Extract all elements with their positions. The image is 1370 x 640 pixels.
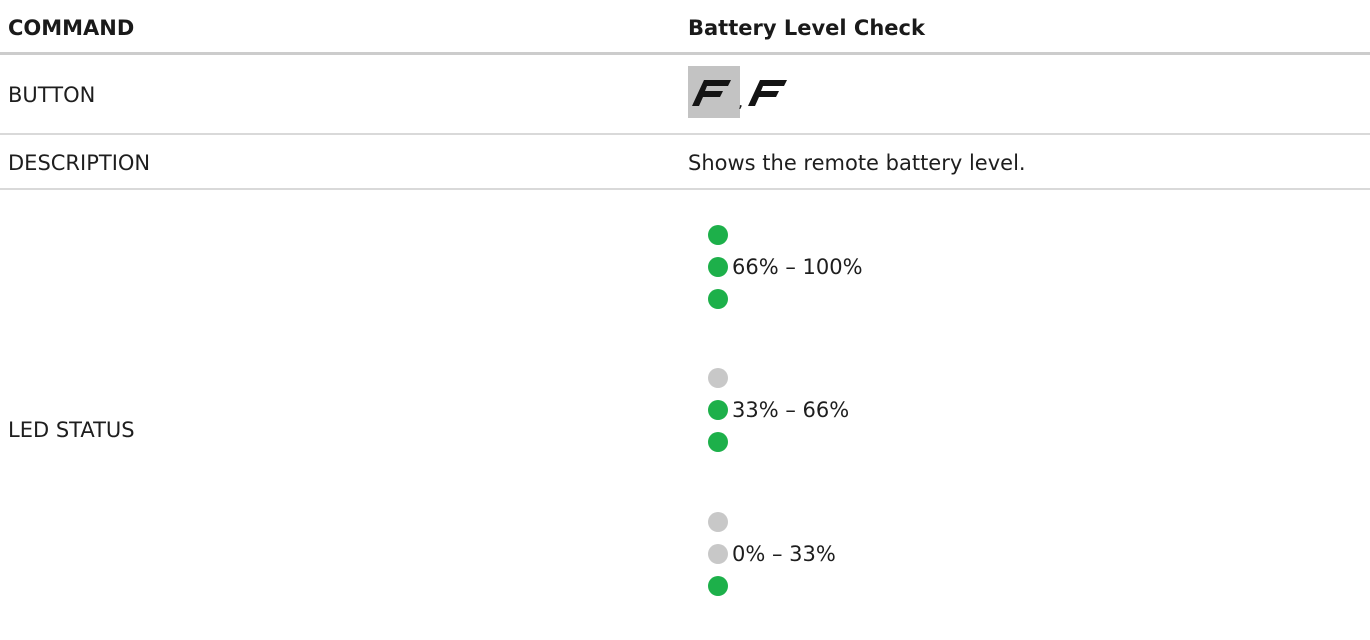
led-dot-icon [708,225,728,245]
row-label-button: BUTTON [8,83,96,107]
led-level-high: 66% – 100% [688,225,1088,315]
icon-separator: , [738,92,744,111]
led-dot-icon [708,576,728,596]
table-row-led-status: LED STATUS 66% – 100% 33% – 66% 0% – 33% [0,190,1370,630]
led-range-label: 33% – 66% [732,398,850,422]
table-row-button: BUTTON , [0,55,1370,135]
row-label-led-status: LED STATUS [8,418,135,442]
led-dot-icon [708,257,728,277]
led-dot-icon [708,400,728,420]
table-header-row: COMMAND Battery Level Check [0,0,1370,55]
led-dot-icon [708,289,728,309]
led-range-label: 66% – 100% [732,255,863,279]
f-button-icon [744,66,796,118]
led-level-medium: 33% – 66% [688,368,1088,458]
led-range-label: 0% – 33% [732,542,836,566]
row-label-description: DESCRIPTION [8,151,151,175]
led-level-low: 0% – 33% [688,512,1088,602]
header-command: COMMAND [8,16,135,40]
led-dot-icon [708,544,728,564]
led-dot-icon [708,368,728,388]
description-text: Shows the remote battery level. [688,151,1026,175]
command-table: COMMAND Battery Level Check BUTTON , DES… [0,0,1370,630]
f-button-icon [688,66,740,118]
header-command-name: Battery Level Check [688,16,925,40]
table-row-description: DESCRIPTION Shows the remote battery lev… [0,135,1370,190]
led-dot-icon [708,432,728,452]
led-dot-icon [708,512,728,532]
